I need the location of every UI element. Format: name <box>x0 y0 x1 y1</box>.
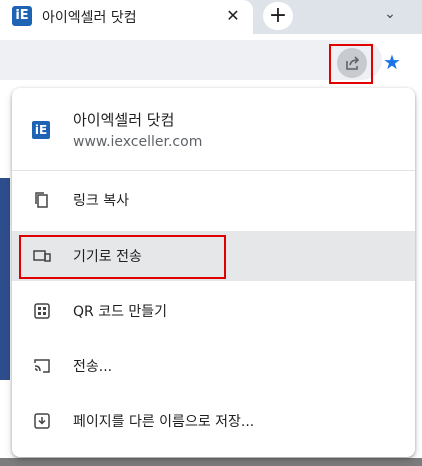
menu-item-create-qr-code[interactable]: QR 코드 만들기 <box>12 286 415 336</box>
bookmark-star-icon[interactable]: ★ <box>380 50 404 74</box>
site-name: 아이엑셀러 닷컴 <box>73 111 175 129</box>
site-url: www.iexceller.com <box>73 134 203 150</box>
copy-icon <box>35 192 48 208</box>
menu-item-label: 페이지를 다른 이름으로 저장... <box>73 414 255 430</box>
qr-code-icon <box>34 303 50 319</box>
tab-title: 아이엑셀러 닷컴 <box>42 10 137 26</box>
page-bottom-strip <box>0 458 422 466</box>
menu-item-label: 링크 복사 <box>73 193 129 209</box>
menu-item-cast[interactable]: 전송... <box>12 341 415 391</box>
menu-divider <box>12 170 415 171</box>
new-tab-button[interactable]: + <box>263 2 293 30</box>
menu-item-label: QR 코드 만들기 <box>73 304 168 320</box>
browser-tab[interactable]: iE 아이엑셀러 닷컴 ✕ <box>0 0 253 34</box>
close-tab-icon[interactable]: ✕ <box>222 5 244 27</box>
share-menu-header: iE 아이엑셀러 닷컴 www.iexceller.com <box>12 88 415 170</box>
send-to-devices-highlight <box>19 235 226 279</box>
tab-search-chevron-icon[interactable]: ⌄ <box>380 4 400 24</box>
tab-strip: iE 아이엑셀러 닷컴 ✕ + ⌄ <box>0 0 422 34</box>
menu-item-copy-link[interactable]: 링크 복사 <box>12 175 415 225</box>
save-page-icon <box>34 413 50 429</box>
site-favicon-icon: iE <box>12 6 32 26</box>
page-background-band <box>0 178 10 380</box>
site-logo-icon: iE <box>32 121 50 139</box>
menu-item-save-page-as[interactable]: 페이지를 다른 이름으로 저장... <box>12 396 415 446</box>
menu-item-label: 전송... <box>73 359 113 375</box>
share-button-highlight <box>329 44 373 84</box>
address-bar[interactable] <box>0 40 382 80</box>
cast-icon <box>34 359 50 373</box>
